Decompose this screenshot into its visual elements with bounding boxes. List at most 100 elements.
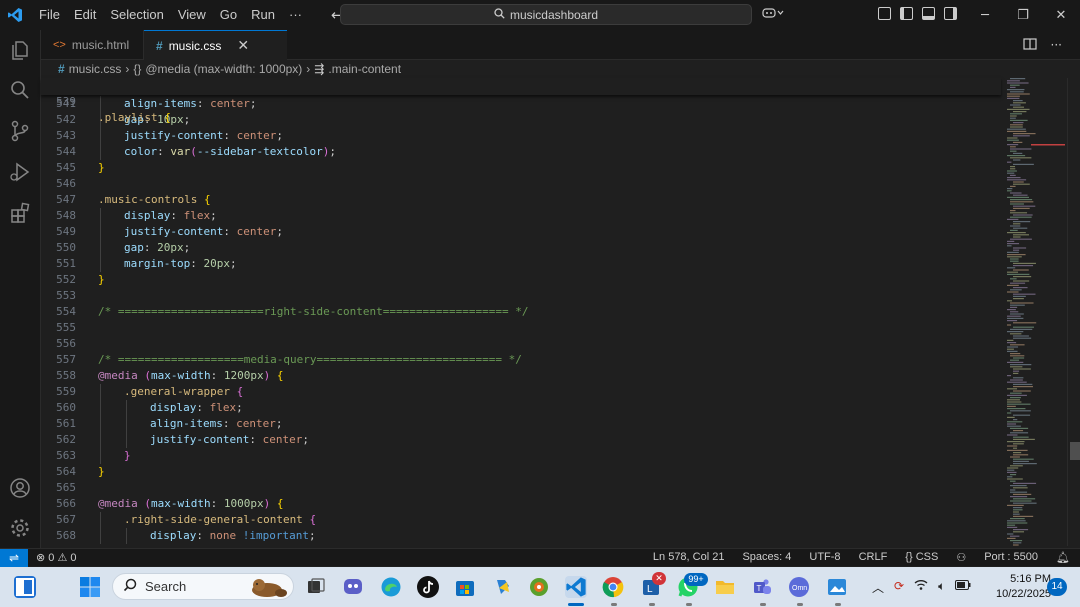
cursor-position[interactable]: Ln 578, Col 21 bbox=[653, 551, 725, 564]
code-editor[interactable]: 541 align-items: center; 542 gap: 10px; 543 j… bbox=[41, 78, 1001, 546]
code-line[interactable]: 550 gap: 20px; bbox=[41, 240, 1001, 256]
code-line[interactable]: 552} bbox=[41, 272, 1001, 288]
code-line[interactable]: 567 .right-side-general-content { bbox=[41, 512, 1001, 528]
indentation[interactable]: Spaces: 4 bbox=[742, 551, 791, 564]
manage-gear-icon[interactable] bbox=[8, 516, 32, 540]
explorer-icon[interactable] bbox=[8, 38, 32, 62]
photos-icon[interactable] bbox=[826, 576, 848, 598]
command-center-search[interactable]: musicdashboard bbox=[340, 4, 752, 25]
encoding[interactable]: UTF-8 bbox=[809, 551, 840, 564]
code-line[interactable]: 565 bbox=[41, 480, 1001, 496]
widgets-icon[interactable] bbox=[14, 576, 36, 598]
menu-run[interactable]: Run bbox=[244, 0, 282, 30]
menu-go[interactable]: Go bbox=[213, 0, 244, 30]
minimize-icon[interactable]: ─ bbox=[966, 0, 1004, 30]
python-app-icon[interactable] bbox=[491, 576, 513, 598]
microsoft-store-icon[interactable] bbox=[454, 576, 476, 598]
clock[interactable]: 5:16 PM 10/22/2025 bbox=[996, 572, 1051, 602]
more-actions-icon[interactable]: ··· bbox=[1051, 38, 1062, 53]
source-control-icon[interactable] bbox=[8, 119, 32, 143]
breadcrumb-file[interactable]: music.css bbox=[69, 62, 122, 76]
code-line[interactable]: 544 color: var(--sidebar-textcolor); bbox=[41, 144, 1001, 160]
line-code: } bbox=[98, 465, 105, 478]
tiktok-icon[interactable] bbox=[417, 576, 439, 598]
split-editor-icon[interactable] bbox=[1022, 38, 1037, 53]
problems-count[interactable]: ⊗ 0 ⚠ 0 bbox=[36, 551, 76, 564]
copilot-icon[interactable] bbox=[762, 6, 784, 23]
code-line[interactable]: 549 justify-content: center; bbox=[41, 224, 1001, 240]
menu-file[interactable]: File bbox=[32, 0, 67, 30]
minimap[interactable] bbox=[1001, 78, 1067, 546]
code-line[interactable]: 568 display: none !important; bbox=[41, 528, 1001, 544]
accounts-icon[interactable] bbox=[8, 476, 32, 500]
code-line[interactable]: 542 gap: 10px; bbox=[41, 112, 1001, 128]
code-line[interactable]: 562 justify-content: center; bbox=[41, 432, 1001, 448]
refresh-sync-icon[interactable]: ⟳ bbox=[894, 579, 904, 596]
menu-selection[interactable]: Selection bbox=[103, 0, 170, 30]
show-hidden-icons-icon[interactable]: ︿ bbox=[872, 579, 884, 596]
code-line[interactable]: 556 bbox=[41, 336, 1001, 352]
search-view-icon[interactable] bbox=[8, 78, 32, 102]
tab-music-css[interactable]: # music.css ✕ bbox=[144, 30, 287, 60]
run-debug-icon[interactable] bbox=[8, 160, 32, 184]
chrome-icon[interactable] bbox=[602, 576, 624, 598]
restore-icon[interactable]: ❐ bbox=[1004, 0, 1042, 30]
extensions-icon[interactable] bbox=[8, 201, 32, 225]
teams-chat-icon[interactable] bbox=[342, 576, 364, 598]
zoom-app-icon[interactable]: Omn bbox=[788, 576, 810, 598]
edge-browser-icon[interactable] bbox=[380, 576, 402, 598]
volume-icon[interactable]: 🔈︎ bbox=[938, 579, 945, 596]
teams-icon[interactable]: T bbox=[751, 576, 773, 598]
code-line[interactable]: 548 display: flex; bbox=[41, 208, 1001, 224]
code-line[interactable]: 551 margin-top: 20px; bbox=[41, 256, 1001, 272]
toggle-primary-sidebar-icon[interactable] bbox=[900, 7, 913, 20]
menu-more[interactable]: ··· bbox=[282, 0, 309, 30]
remote-indicator-icon[interactable]: ⇌ bbox=[0, 549, 28, 567]
error-badge: ✕ bbox=[652, 572, 666, 585]
toggle-panel-icon[interactable] bbox=[922, 7, 935, 20]
scrollbar-thumb[interactable] bbox=[1070, 442, 1080, 460]
code-line[interactable]: 558 @media (max-width: 1200px) { bbox=[41, 368, 1001, 384]
sticky-scroll-header[interactable]: 539 .playlist { bbox=[41, 78, 1001, 124]
menu-edit[interactable]: Edit bbox=[67, 0, 103, 30]
vertical-scrollbar[interactable] bbox=[1067, 78, 1080, 546]
code-line[interactable]: 553 bbox=[41, 288, 1001, 304]
copilot-status-icon[interactable]: ⚇ bbox=[956, 551, 966, 564]
code-line[interactable]: 561 align-items: center; bbox=[41, 416, 1001, 432]
wifi-icon[interactable] bbox=[914, 579, 928, 596]
toggle-secondary-sidebar-icon[interactable] bbox=[944, 7, 957, 20]
task-view-icon[interactable] bbox=[305, 576, 327, 598]
notifications-bell-icon[interactable]: 🔔︎ bbox=[1056, 551, 1070, 564]
close-window-icon[interactable]: ✕ bbox=[1042, 0, 1080, 30]
battery-icon[interactable] bbox=[955, 579, 971, 596]
code-line[interactable]: 547 .music-controls { bbox=[41, 192, 1001, 208]
code-line[interactable]: 566 @media (max-width: 1000px) { bbox=[41, 496, 1001, 512]
code-line[interactable]: 563} bbox=[41, 448, 1001, 464]
live-server-port[interactable]: Port : 5500 bbox=[984, 551, 1038, 564]
menu-view[interactable]: View bbox=[171, 0, 213, 30]
line-code: /* ======================right-side-cont… bbox=[98, 305, 529, 318]
code-line[interactable]: 555 bbox=[41, 320, 1001, 336]
code-line[interactable]: 560 display: flex; bbox=[41, 400, 1001, 416]
end-of-line[interactable]: CRLF bbox=[859, 551, 888, 564]
code-line[interactable]: 541 align-items: center; bbox=[41, 96, 1001, 112]
taskbar-search[interactable]: Search bbox=[112, 573, 294, 600]
vscode-taskbar-icon[interactable] bbox=[565, 576, 587, 598]
notification-center-badge[interactable]: 14 bbox=[1047, 578, 1067, 596]
code-line[interactable]: 564} bbox=[41, 464, 1001, 480]
code-line[interactable]: 546 bbox=[41, 176, 1001, 192]
chameleon-app-icon[interactable] bbox=[528, 576, 550, 598]
code-line[interactable]: 543 justify-content: center; bbox=[41, 128, 1001, 144]
customize-layout-icon[interactable] bbox=[878, 7, 891, 20]
code-line[interactable]: 554 /* ======================right-side-c… bbox=[41, 304, 1001, 320]
code-line[interactable]: 557 /* ===================media-query====… bbox=[41, 352, 1001, 368]
close-tab-icon[interactable]: ✕ bbox=[237, 37, 249, 54]
breadcrumb-selector[interactable]: .main-content bbox=[328, 62, 401, 76]
file-explorer-icon[interactable] bbox=[714, 576, 736, 598]
tab-music-html[interactable]: <> music.html bbox=[41, 30, 144, 60]
breadcrumb-media[interactable]: @media (max-width: 1000px) bbox=[145, 62, 302, 76]
code-line[interactable]: 545} bbox=[41, 160, 1001, 176]
language-mode[interactable]: {} CSS bbox=[905, 551, 938, 564]
code-line[interactable]: 559 .general-wrapper { bbox=[41, 384, 1001, 400]
windows-start-icon[interactable] bbox=[79, 576, 101, 598]
